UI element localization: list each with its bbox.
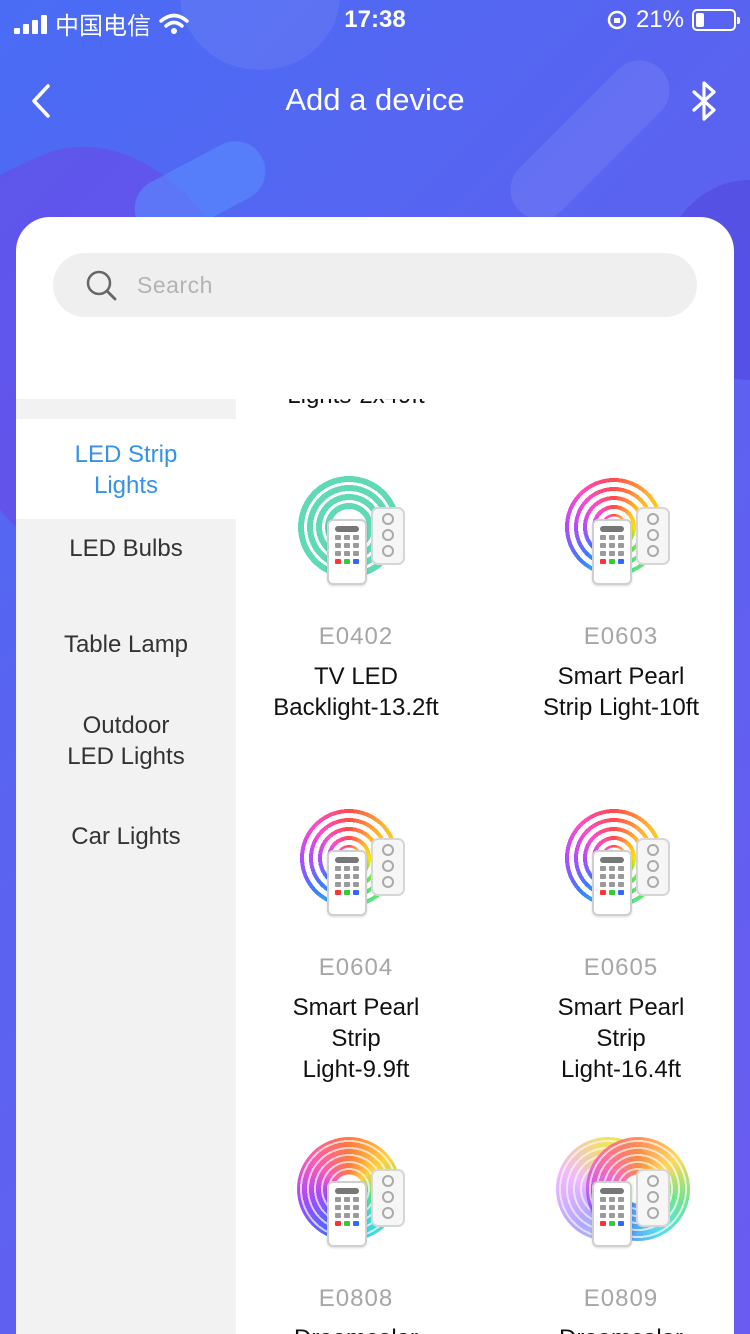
product-name-line: Backlight-13.2ft xyxy=(273,694,439,721)
product-name: Dreamcolor xyxy=(236,1323,476,1334)
product-image xyxy=(556,1131,690,1257)
product-card-e0809[interactable]: E0809 Dreamcolor xyxy=(501,1131,734,1334)
product-name: Lights-2x49ft xyxy=(236,399,476,410)
page-title: Add a device xyxy=(285,82,465,117)
product-name-line: Smart Pearl xyxy=(292,994,420,1021)
sidebar-item-car-lights[interactable]: Car Lights xyxy=(16,821,236,852)
search-placeholder: Search xyxy=(137,272,213,298)
sidebar-item-label: LED Strip xyxy=(74,441,178,468)
product-card-e0604[interactable]: E0604 Smart Pearl Strip Light-9.9ft xyxy=(236,800,476,1085)
product-name-line: Light-9.9ft xyxy=(302,1056,410,1083)
search-input[interactable]: Search xyxy=(53,253,697,317)
sidebar-item-label: LED Bulbs xyxy=(69,535,183,562)
product-card-e0402[interactable]: E0402 TV LED Backlight-13.2ft xyxy=(236,469,476,723)
nav-bar: Add a device xyxy=(0,66,750,136)
product-name-line: TV LED xyxy=(313,663,399,690)
product-image xyxy=(291,1131,421,1257)
product-name-line: Light-16.4ft xyxy=(560,1056,682,1083)
bluetooth-icon[interactable] xyxy=(682,78,726,124)
search-icon xyxy=(86,270,117,301)
product-code: E0402 xyxy=(318,623,394,650)
product-name-line: Smart Pearl xyxy=(557,663,685,690)
product-name: Dreamcolor xyxy=(501,1323,734,1334)
sidebar-item-label: LED Lights xyxy=(67,743,185,770)
product-name-line: Dreamcolor xyxy=(236,1323,476,1334)
product-card-e0603[interactable]: E0603 Smart Pearl Strip Light-10ft xyxy=(501,469,734,723)
product-image xyxy=(291,469,421,595)
product-image xyxy=(556,469,686,595)
product-code: E0809 xyxy=(583,1285,659,1312)
sidebar-item-label: Car Lights xyxy=(71,823,181,850)
product-name: TV LED Backlight-13.2ft xyxy=(236,661,476,723)
product-name: Smart Pearl Strip Light-16.4ft xyxy=(501,992,734,1085)
product-name: Smart Pearl Strip Light-10ft xyxy=(501,661,734,723)
sidebar-item-led-strip-lights[interactable]: LED Strip Lights xyxy=(16,419,236,519)
product-code: E0605 xyxy=(583,954,659,981)
product-code: E0808 xyxy=(318,1285,394,1312)
product-code: E0603 xyxy=(583,623,659,650)
product-grid: Lights-2x49ft E0402 TV LED Backlight-13.… xyxy=(236,399,734,1334)
product-image xyxy=(556,800,686,926)
rotation-lock-icon xyxy=(607,10,627,30)
product-card-e0605[interactable]: E0605 Smart Pearl Strip Light-16.4ft xyxy=(501,800,734,1085)
battery-percent: 21% xyxy=(635,6,684,33)
battery-icon xyxy=(692,9,740,31)
product-card-e0808[interactable]: E0808 Dreamcolor xyxy=(236,1131,476,1334)
category-sidebar: LED Strip Lights LED Bulbs Table Lamp Ou… xyxy=(16,399,236,1334)
product-name-line: Strip Light-10ft xyxy=(542,694,700,721)
sidebar-item-label: Outdoor xyxy=(82,712,170,739)
status-bar: 中国电信 17:38 21% xyxy=(0,0,750,40)
product-name-line: Strip xyxy=(596,1025,646,1052)
product-image xyxy=(291,800,421,926)
sidebar-item-table-lamp[interactable]: Table Lamp xyxy=(16,629,236,660)
product-name: Smart Pearl Strip Light-9.9ft xyxy=(236,992,476,1085)
sidebar-item-led-bulbs[interactable]: LED Bulbs xyxy=(16,533,236,564)
product-name-line: Strip xyxy=(331,1025,381,1052)
product-code: E0604 xyxy=(318,954,394,981)
sidebar-item-label: Lights xyxy=(93,472,159,499)
device-picker-card: Search LED Strip Lights LED Bulbs Table … xyxy=(16,217,734,1334)
product-name-line: Smart Pearl xyxy=(557,994,685,1021)
sidebar-item-label: Table Lamp xyxy=(63,631,189,658)
sidebar-item-outdoor-led-lights[interactable]: Outdoor LED Lights xyxy=(16,710,236,772)
product-name-line: Dreamcolor xyxy=(501,1323,734,1334)
